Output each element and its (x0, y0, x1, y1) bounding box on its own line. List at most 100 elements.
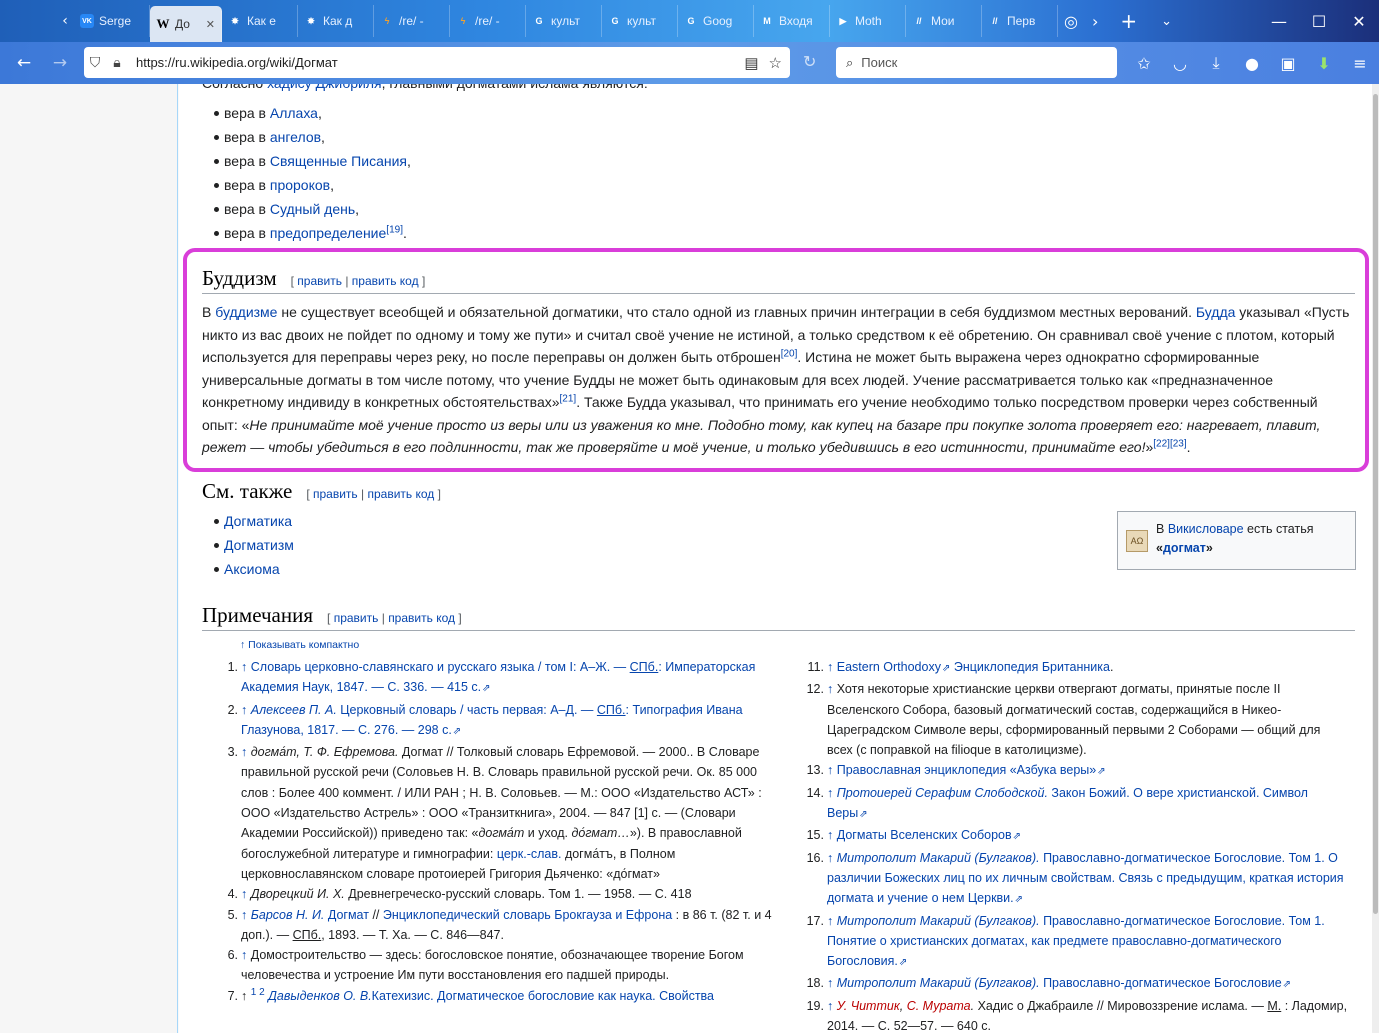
ref-link[interactable]: Протоиерей Серафим Слободской. Закон Бож… (827, 786, 1308, 820)
maximize-icon[interactable]: ☐ (1299, 12, 1339, 31)
close-tab-icon[interactable]: ✕ (206, 18, 215, 31)
ref-link[interactable]: Митрополит Макарий (Булгаков). Православ… (837, 976, 1291, 990)
extension-icon[interactable]: ✩ (1126, 54, 1162, 73)
close-window-icon[interactable]: ✕ (1339, 12, 1379, 31)
pocket-icon[interactable]: ◡ (1162, 54, 1198, 73)
menu-icon[interactable]: ≡ (1342, 54, 1378, 73)
account-icon[interactable]: ◎ (1064, 12, 1078, 31)
addon-icon[interactable]: ▣ (1270, 54, 1306, 73)
lock-icon[interactable]: 🔒︎ (106, 54, 128, 71)
ref-backlink[interactable]: ↑ (827, 914, 833, 928)
edit-code-link[interactable]: править код (388, 611, 455, 625)
ref-backlink[interactable]: ↑ (241, 703, 247, 717)
avatar[interactable]: ● (1234, 54, 1270, 73)
ref-link[interactable]: Алексеев П. А. Церковный словарь / часть… (241, 703, 743, 737)
link-hadith[interactable]: хадису Джибриля (267, 84, 382, 91)
link[interactable]: Судный день (270, 201, 355, 217)
address-bar[interactable]: ⛉ 🔒︎ https://ru.wikipedia.org/wiki/Догма… (84, 47, 790, 78)
ref-backlink[interactable]: 2 (259, 987, 265, 998)
ref-backlink[interactable]: ↑ (827, 786, 833, 800)
redlink[interactable]: С. Мурата (907, 999, 971, 1013)
shield-icon[interactable]: ⛉ (84, 54, 106, 71)
link[interactable]: ангелов (270, 129, 321, 145)
link-britannica[interactable]: Энциклопедия Британника (954, 660, 1110, 674)
tab-11[interactable]: // Мои (906, 5, 982, 37)
tab-2[interactable]: ✸ Как е (222, 5, 298, 37)
search-input[interactable]: ⌕ Поиск (836, 47, 1117, 78)
ref-backlink[interactable]: ↑ (827, 763, 833, 777)
tab-8[interactable]: G Goog (678, 5, 754, 37)
footnote-20[interactable]: [20] (781, 348, 798, 359)
footnote-22[interactable]: [22] (1153, 438, 1170, 449)
redlink[interactable]: У. Читтик (837, 999, 900, 1013)
ref-backlink[interactable]: ↑ (827, 660, 833, 674)
tab-10[interactable]: ▶ Moth (830, 5, 906, 37)
edit-link[interactable]: править (313, 487, 358, 501)
download-icon[interactable]: ⤓ (1198, 53, 1234, 73)
ref-link[interactable]: Eastern Orthodoxy (837, 660, 951, 674)
ref-backlink[interactable]: ↑ (827, 851, 833, 865)
see-also-link[interactable]: Догматизм (224, 537, 294, 553)
link[interactable]: Аллаха (270, 105, 318, 121)
chevron-right-icon[interactable]: › (1092, 12, 1098, 31)
back-icon[interactable]: ← (6, 53, 42, 73)
ref-backlink[interactable]: ↑ (241, 908, 247, 922)
ref-backlink[interactable]: ↑ (241, 660, 247, 674)
link-brockhaus[interactable]: Энциклопедический словарь Брокгауза и Еф… (383, 908, 672, 922)
link-church-slavonic[interactable]: церк.-слав. (497, 847, 562, 861)
footnote-21[interactable]: [21] (560, 393, 577, 404)
ref-link[interactable]: Барсов Н. И. Догмат (251, 908, 369, 922)
tab-0[interactable]: VK Serge (74, 5, 150, 37)
reload-icon[interactable]: ↻ (803, 52, 816, 71)
ref-link[interactable]: Словарь церковно-славянскаго и русскаго … (241, 660, 755, 694)
download-arrow-icon[interactable]: ⬇ (1306, 54, 1342, 73)
ref-backlink[interactable]: ↑ (827, 682, 833, 696)
link[interactable]: Священные Писания (270, 153, 407, 169)
footnote-23[interactable]: [23] (1170, 438, 1187, 449)
ref-link[interactable]: Давыденков О. В.Катехизис. Догматическое… (268, 989, 714, 1003)
link-buddhism[interactable]: буддизме (215, 304, 277, 320)
link[interactable]: предопределение (270, 225, 386, 241)
tab-12[interactable]: // Перв (982, 5, 1058, 37)
edit-code-link[interactable]: править код (352, 274, 419, 288)
ref-backlink[interactable]: ↑ (241, 745, 247, 759)
edit-link[interactable]: править (334, 611, 379, 625)
chevron-down-icon[interactable]: ⌄ (1161, 14, 1172, 29)
ref-link[interactable]: Митрополит Макарий (Булгаков). Православ… (827, 851, 1344, 906)
bookmark-star-icon[interactable]: ☆ (769, 54, 782, 72)
tab-7[interactable]: Gкульт (602, 5, 678, 37)
link-wiktionary-dogmat[interactable]: догмат (1163, 541, 1206, 555)
see-also-link[interactable]: Догматика (224, 513, 292, 529)
link[interactable]: пророков (270, 177, 330, 193)
link-wiktionary[interactable]: Викисловаре (1168, 522, 1244, 536)
edit-code-link[interactable]: править код (367, 487, 434, 501)
scrollbar[interactable] (1372, 84, 1379, 1033)
minimize-icon[interactable]: — (1259, 12, 1299, 31)
link-buddha[interactable]: Будда (1196, 304, 1236, 320)
ref-backlink[interactable]: ↑ (827, 828, 833, 842)
tab-4[interactable]: ϟ/re/ - (374, 5, 450, 37)
tab-3[interactable]: ✸ Как д (298, 5, 374, 37)
ref-link[interactable]: Православная энциклопедия «Азбука веры» (837, 763, 1106, 777)
new-tab-icon[interactable]: + (1120, 9, 1137, 33)
tab-5[interactable]: ϟ/re/ - (450, 5, 526, 37)
edit-link[interactable]: править (297, 274, 342, 288)
ref-link[interactable]: Догматы Вселенских Соборов (837, 828, 1021, 842)
ref-backlink[interactable]: ↑ (241, 887, 247, 901)
forward-icon[interactable]: → (42, 53, 78, 73)
see-also-link[interactable]: Аксиома (224, 561, 280, 577)
ref-link[interactable]: Митрополит Макарий (Булгаков). Православ… (827, 914, 1325, 969)
footnote[interactable]: [19] (386, 224, 403, 235)
tab-list-arrow-icon[interactable]: ‹ (56, 13, 74, 29)
ref-backlink[interactable]: 1 (251, 987, 257, 998)
tab-6[interactable]: Gкульт (526, 5, 602, 37)
ref-backlink[interactable]: ↑ (241, 948, 247, 962)
tab-9[interactable]: M Входя (754, 5, 830, 37)
scrollbar-thumb[interactable] (1373, 94, 1378, 914)
ref-backlink[interactable]: ↑ (827, 999, 833, 1013)
reader-view-icon[interactable]: ▤ (744, 54, 758, 72)
url-text[interactable]: https://ru.wikipedia.org/wiki/Догмат (136, 55, 338, 70)
compact-toggle[interactable]: ↑ Показывать компактно (240, 639, 1355, 651)
tab-1[interactable]: W До ✕ (150, 6, 222, 42)
ref-backlink[interactable]: ↑ (827, 976, 833, 990)
